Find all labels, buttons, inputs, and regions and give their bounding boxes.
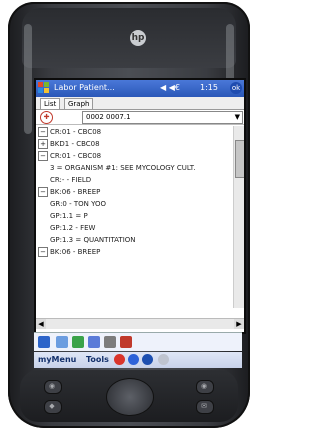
patient-selected-value: 0002 0007.1 [86,113,131,121]
list-item-label: BK:06 - BREEP [50,188,101,196]
tab-list[interactable]: List [40,98,61,109]
clock: 1:15 [200,83,218,92]
list-item-label: GP:1.1 = P [50,212,88,220]
chevron-down-icon[interactable]: ▼ [235,112,240,123]
tab-strip: List Graph [36,97,244,110]
list-item-label: GP:1.3 = QUANTITATION [50,236,136,244]
status-icons: ◀ ◀€ [160,83,180,92]
sync-icon[interactable] [128,354,139,365]
hardware-control-area: ◉ ◉ ◆ ✉ [20,370,238,422]
list-item[interactable]: + BKD1 - CBC08 [36,138,232,150]
list-item-label: BK:06 - BREEP [50,248,101,256]
expand-icon[interactable]: − [38,127,48,137]
expand-icon[interactable]: − [38,151,48,161]
list-item-label: GP:1.2 - FEW [50,224,96,232]
vertical-scrollbar[interactable] [233,126,244,308]
ok-button[interactable]: ok [230,82,242,94]
refresh-icon[interactable] [72,336,84,348]
contacts-icon: ◉ [200,382,208,390]
list-item[interactable]: 3 = ORGANISM #1: SEE MYCOLOGY CULT. [36,162,232,174]
app-toolbar [34,332,242,351]
left-accent [24,24,32,134]
home-icon[interactable] [38,336,50,348]
scroll-left-icon[interactable]: ◀ [36,319,46,329]
list-item[interactable]: CR:- - FIELD [36,174,232,186]
window-title: Labor Patient... [54,83,115,92]
device-top-panel [22,8,236,68]
list-item-label: CR:- - FIELD [50,176,92,184]
patient-dropdown[interactable]: 0002 0007.1 ▼ [82,111,243,124]
menu-bar: myMenu Tools [34,352,242,368]
list-item-label: GR:0 - TON YOO [50,200,107,208]
list-item[interactable]: − CR:01 - CBC08 [36,126,232,138]
tab-graph[interactable]: Graph [64,98,94,109]
list-item-label: BKD1 - CBC08 [50,140,100,148]
list-item-label: 3 = ORGANISM #1: SEE MYCOLOGY CULT. [50,164,196,172]
list-item[interactable]: GP:1.2 - FEW [36,222,232,234]
mail-icon: ✉ [201,402,207,410]
scroll-thumb[interactable] [235,140,244,178]
mymenu-menu[interactable]: myMenu [38,355,76,364]
keyboard-icon[interactable] [142,354,153,365]
list-item-label: CR:01 - CBC08 [50,152,102,160]
scroll-right-icon[interactable]: ▶ [234,319,244,329]
patient-icon: ✚ [40,111,53,124]
horizontal-scrollbar[interactable]: ◀ ▶ [36,318,244,329]
calendar-icon[interactable] [104,336,116,348]
device-screen: Labor Patient... ◀ ◀€ 1:15 ok List Graph… [34,78,246,334]
list-item[interactable]: − BK:06 - BREEP [36,186,232,198]
expand-icon[interactable]: − [38,247,48,257]
list-item[interactable]: GP:1.3 = QUANTITATION [36,234,232,246]
dpad-button[interactable] [106,378,154,416]
flag-icon[interactable] [120,336,132,348]
stop-icon[interactable] [114,354,125,365]
list-item[interactable]: GP:1.1 = P [36,210,232,222]
list-item[interactable]: − BK:06 - BREEP [36,246,232,258]
start-icon[interactable] [38,82,50,94]
windows-icon: ◆ [49,402,55,410]
input-panel-icon[interactable] [158,354,169,365]
calendar-icon: ◉ [48,382,56,390]
tools-menu[interactable]: Tools [86,355,109,364]
hp-logo: hp [130,30,146,46]
expand-icon[interactable]: − [38,187,48,197]
list-item[interactable]: − CR:01 - CBC08 [36,150,232,162]
list-item-label: CR:01 - CBC08 [50,128,102,136]
list-item[interactable]: GR:0 - TON YOO [36,198,232,210]
expand-icon[interactable]: + [38,139,48,149]
info-icon[interactable] [88,336,100,348]
pen-icon[interactable] [56,336,68,348]
patient-selector-row: ✚ 0002 0007.1 ▼ [36,110,244,125]
title-bar: Labor Patient... ◀ ◀€ 1:15 ok [36,80,244,97]
results-list: − CR:01 - CBC08 + BKD1 - CBC08 − CR:01 -… [36,126,232,316]
